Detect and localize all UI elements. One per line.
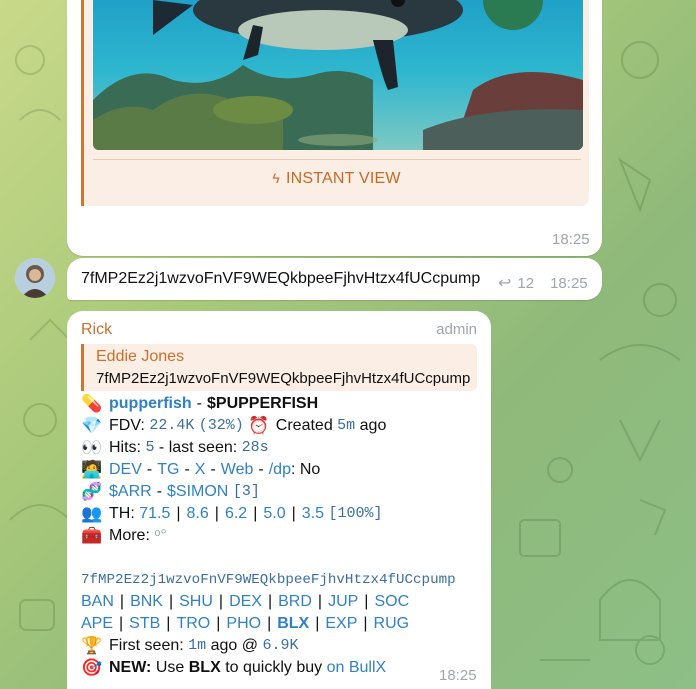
links-line: 🧑‍💻 DEV - TG - X- Web - /dp : No xyxy=(81,459,321,481)
preview-image[interactable] xyxy=(93,0,583,150)
token-ticker: $PUPPERFISH xyxy=(207,395,319,412)
sender-name[interactable]: Rick xyxy=(81,321,112,339)
holder-value[interactable]: 3.5 xyxy=(302,503,324,525)
bot-link[interactable]: BLX xyxy=(277,613,309,635)
message-time: 18:25 xyxy=(552,231,590,248)
link-preview-card[interactable]: ϟ INSTANT VIEW xyxy=(81,0,589,206)
message-time: 18:25 xyxy=(439,667,477,684)
eyes-icon: 👀 xyxy=(81,438,103,457)
tickers-count[interactable]: [3] xyxy=(233,481,260,503)
reply-text: 7fMP2Ez2j1wzvoFnVF9WEQkbpeeFjhvHtzx4fUCc… xyxy=(96,370,471,387)
bot-link[interactable]: STB xyxy=(129,613,160,635)
instant-view-button[interactable]: ϟ INSTANT VIEW xyxy=(84,170,589,188)
link-tg[interactable]: TG xyxy=(157,459,179,481)
toolbox-icon: 🧰 xyxy=(81,526,103,545)
message-text[interactable]: 7fMP2Ez2j1wzvoFnVF9WEQkbpeeFjhvHtzx4fUCc… xyxy=(81,270,480,288)
contract-address[interactable]: 7fMP2Ez2j1wzvoFnVF9WEQkbpeeFjhvHtzx4fUCc… xyxy=(81,569,456,591)
bot-link[interactable]: APE xyxy=(81,613,113,635)
fdv-change[interactable]: (32%) xyxy=(199,415,244,437)
hits-line: 👀 Hits: 5 - last seen: 28s xyxy=(81,437,269,459)
bot-link[interactable]: SHU xyxy=(179,591,213,613)
bot-link[interactable]: DEX xyxy=(229,591,262,613)
divider xyxy=(93,159,581,160)
token-line: 💊 pupperfish - $PUPPERFISH xyxy=(81,393,319,415)
bot-link[interactable]: PHO xyxy=(226,613,261,635)
fdv-value[interactable]: 22.4K xyxy=(149,415,194,437)
target-icon: 🎯 xyxy=(81,658,103,677)
dna-icon: 🧬 xyxy=(81,482,103,501)
holder-total[interactable]: [100%] xyxy=(328,503,382,525)
bot-link[interactable]: RUG xyxy=(374,613,410,635)
trophy-icon: 🏆 xyxy=(81,636,103,655)
bot-link[interactable]: BNK xyxy=(130,591,163,613)
link-dev[interactable]: DEV xyxy=(109,459,142,481)
more-line: 🧰 More: ᵒ° xyxy=(81,525,167,547)
reply-author: Eddie Jones xyxy=(96,348,185,365)
bot-link[interactable]: BRD xyxy=(278,591,312,613)
holder-value[interactable]: 71.5 xyxy=(139,503,170,525)
message-contract: 7fMP2Ez2j1wzvoFnVF9WEQkbpeeFjhvHtzx4fUCc… xyxy=(67,258,602,300)
bot-links-row: APE | STB | TRO | PHO | BLX | EXP | RUG xyxy=(81,613,409,635)
share-icon: ↩ xyxy=(498,275,512,292)
bot-link[interactable]: SOC xyxy=(374,591,409,613)
ticker-link[interactable]: $SIMON xyxy=(167,481,228,503)
last-seen-value[interactable]: 28s xyxy=(242,437,269,459)
ticker-link[interactable]: $ARR xyxy=(109,481,152,503)
lightning-icon: ϟ xyxy=(272,170,280,186)
first-seen-value[interactable]: 1m xyxy=(188,635,206,657)
bot-link[interactable]: EXP xyxy=(325,613,357,635)
bot-links-row: BAN | BNK | SHU | DEX | BRD | JUP | SOC xyxy=(81,591,409,613)
admin-badge: admin xyxy=(436,321,477,338)
first-seen-mc[interactable]: 6.9K xyxy=(262,635,298,657)
users-icon: 👥 xyxy=(81,504,103,523)
token-name-link[interactable]: pupperfish xyxy=(109,393,192,415)
pill-icon: 💊 xyxy=(81,394,103,413)
holders-line: 👥 TH: 71.5 | 8.6 | 6.2 | 5.0 | 3.5 [100%] xyxy=(81,503,383,525)
link-dp[interactable]: /dp xyxy=(269,459,291,481)
diamond-icon: 💎 xyxy=(81,416,103,435)
holder-value[interactable]: 6.2 xyxy=(225,503,247,525)
message-time: 18:25 xyxy=(550,274,588,292)
message-link-preview: ϟ INSTANT VIEW 18:25 xyxy=(67,0,602,256)
link-web[interactable]: Web xyxy=(221,459,254,481)
created-value[interactable]: 5m xyxy=(337,415,355,437)
holder-value[interactable]: 8.6 xyxy=(187,503,209,525)
bot-link[interactable]: TRO xyxy=(176,613,210,635)
bot-link[interactable]: BAN xyxy=(81,591,114,613)
bullx-link[interactable]: on BullX xyxy=(327,657,387,679)
message-token-report: Rick admin Eddie Jones 7fMP2Ez2j1wzvoFnV… xyxy=(67,311,491,689)
link-x[interactable]: X xyxy=(195,459,206,481)
tickers-line: 🧬 $ARR - $SIMON [3] xyxy=(81,481,260,503)
clock-icon: ⏰ xyxy=(248,416,270,435)
avatar[interactable] xyxy=(15,258,55,298)
technologist-icon: 🧑‍💻 xyxy=(81,460,103,479)
first-seen-line: 🏆 First seen: 1m ago @ 6.9K xyxy=(81,635,299,657)
holder-value[interactable]: 5.0 xyxy=(263,503,285,525)
forward-count[interactable]: ↩ 12 18:25 xyxy=(498,273,588,293)
bubbles-icon[interactable]: ᵒ° xyxy=(154,525,166,547)
promo-line: 🎯 NEW: Use BLX to quickly buy on BullX xyxy=(81,657,387,679)
fdv-line: 💎 FDV: 22.4K (32%) ⏰ Created 5m ago xyxy=(81,415,387,437)
bot-link[interactable]: JUP xyxy=(328,591,358,613)
reply-quote[interactable]: Eddie Jones 7fMP2Ez2j1wzvoFnVF9WEQkbpeeF… xyxy=(81,344,477,391)
hits-value[interactable]: 5 xyxy=(145,437,154,459)
